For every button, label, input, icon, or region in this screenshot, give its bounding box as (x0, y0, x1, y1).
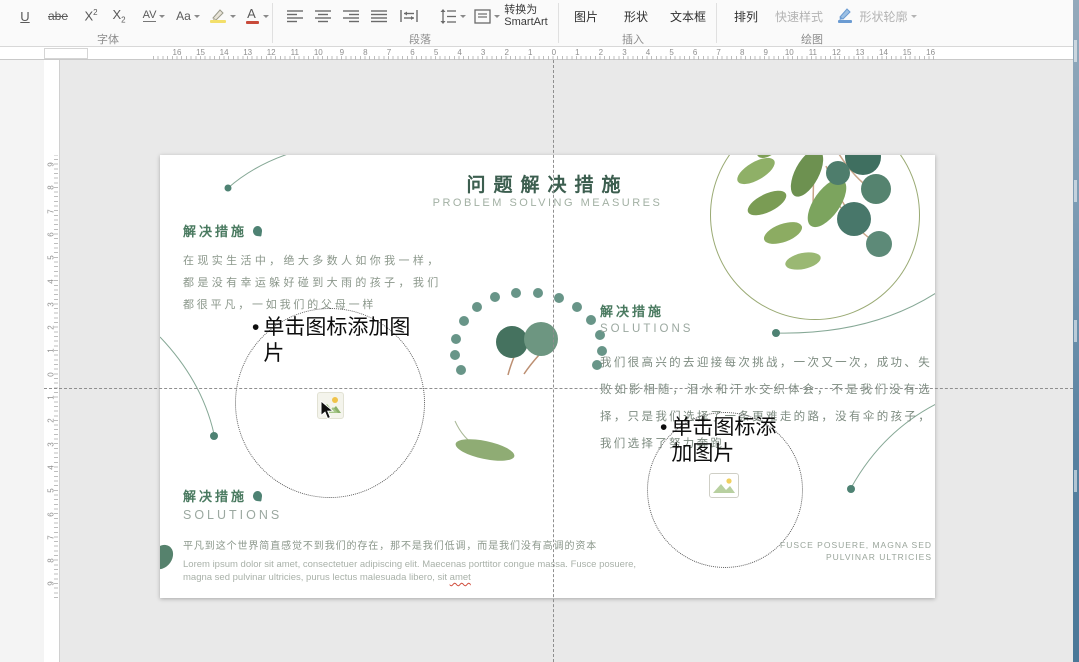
group-separator (716, 3, 717, 43)
corner-caption[interactable]: FUSCE POSUERE, MAGNA SED PULVINAR ULTRIC… (712, 539, 932, 563)
block-heading: 解决措施 (183, 221, 247, 240)
strikethrough-icon: abe (48, 10, 68, 22)
placeholder-label: • 单击图标添加图片 (660, 415, 792, 467)
block-subheading: SOLUTIONS (600, 323, 935, 335)
chevron-down-icon (263, 15, 269, 21)
mouse-cursor-icon (320, 400, 335, 420)
chevron-down-icon (911, 15, 917, 21)
paragraph-group-label: 段落 (380, 31, 460, 47)
shape-outline-button[interactable]: 形状轮廓 (858, 3, 918, 29)
left-panel-edge (0, 60, 44, 662)
slide[interactable]: 问题解决措施 PROBLEM SOLVING MEASURES 解决措施 在现实… (160, 155, 935, 598)
slide-title[interactable]: 问题解决措施 (160, 170, 935, 197)
vertical-guide[interactable] (553, 60, 554, 662)
justify-icon (371, 9, 387, 23)
group-separator (272, 3, 273, 43)
smartart-label: 转换为SmartArt (504, 4, 547, 28)
horizontal-ruler: 1615141312111098765432101234567891011121… (0, 47, 1073, 60)
block-body: 在现实生活中，绝大多数人如你我一样，都是没有幸运躲好碰到大雨的孩子，我们都很平凡… (183, 250, 441, 316)
ruler-corner-box (44, 48, 88, 59)
underline-icon: U (20, 10, 29, 23)
arrange-button[interactable]: 排列 (724, 3, 768, 29)
shape-outline-color-button[interactable] (834, 3, 856, 29)
block-heading: 解决措施 (600, 301, 664, 320)
text-highlight-button[interactable] (204, 3, 240, 29)
distribute-text-button[interactable] (394, 3, 424, 29)
bullet: • (660, 415, 667, 467)
shape-outline-label: 形状轮廓 (859, 8, 907, 25)
change-case-icon: Aa (176, 10, 191, 22)
line-spacing-icon (439, 9, 457, 24)
strikethrough-button[interactable]: abe (42, 3, 74, 29)
subscript-icon: X2 (112, 7, 125, 25)
quick-styles-button[interactable]: 快速样式 (768, 3, 830, 29)
insert-group-label: 插入 (593, 31, 673, 47)
font-color-icon: A (244, 6, 260, 26)
align-right-icon (343, 9, 359, 23)
lorem-text: Lorem ipsum dolor sit amet, consectetuer… (183, 558, 655, 584)
leaf-icon (252, 225, 262, 236)
font-color-button[interactable]: A (238, 3, 274, 29)
leaf-icon (252, 490, 262, 501)
bullet: • (252, 315, 259, 367)
chevron-down-icon (194, 15, 200, 21)
text-block-bottom-left[interactable]: 解决措施 SOLUTIONS 平凡到这个世界简直感觉不到我们的存在，那不是我们低… (183, 486, 743, 584)
underline-button[interactable]: U (12, 3, 38, 29)
align-center-button[interactable] (310, 3, 336, 29)
distribute-icon (400, 9, 418, 23)
horizontal-guide[interactable] (44, 388, 1073, 389)
subscript-button[interactable]: X2 (106, 3, 132, 29)
slide-subtitle[interactable]: PROBLEM SOLVING MEASURES (160, 197, 935, 209)
vertical-ruler: 9876543210123456789 (44, 60, 60, 662)
character-spacing-icon: AV (143, 10, 157, 22)
chevron-down-icon (460, 15, 466, 21)
align-center-icon (315, 9, 331, 23)
highlighter-icon (209, 7, 227, 25)
superscript-icon: X2 (84, 8, 97, 23)
insert-picture-button[interactable]: 图片 (564, 3, 608, 29)
justify-button[interactable] (366, 3, 392, 29)
chevron-down-icon (159, 15, 165, 21)
placeholder-label: • 单击图标添加图片 (252, 315, 416, 367)
ribbon-toolbar: U abe X2 X2 AV Aa A (0, 0, 1073, 47)
convert-to-smartart-button[interactable]: 转换为SmartArt (498, 3, 554, 29)
slide-canvas: 9876543210123456789 (0, 60, 1073, 662)
block-body: 平凡到这个世界简直感觉不到我们的存在，那不是我们低调，而是我们没有高调的资本 (183, 537, 603, 552)
group-separator (558, 3, 559, 43)
align-left-button[interactable] (282, 3, 308, 29)
insert-textbox-button[interactable]: 文本框 (660, 3, 716, 29)
text-block-top-left[interactable]: 解决措施 在现实生活中，绝大多数人如你我一样，都是没有幸运躲好碰到大雨的孩子，我… (183, 221, 441, 316)
draw-group-label: 绘图 (772, 31, 852, 47)
change-case-button[interactable]: Aa (168, 3, 208, 29)
superscript-button[interactable]: X2 (78, 3, 104, 29)
align-text-icon (474, 9, 491, 24)
desktop-wallpaper-edge (1073, 0, 1079, 662)
align-left-icon (287, 9, 303, 23)
insert-shape-button[interactable]: 形状 (614, 3, 658, 29)
misspelled-word: amet (450, 572, 471, 583)
presentation-app-window: U abe X2 X2 AV Aa A (0, 0, 1079, 662)
block-subheading: SOLUTIONS (183, 508, 743, 522)
pencil-icon (837, 7, 853, 25)
align-right-button[interactable] (338, 3, 364, 29)
block-heading: 解决措施 (183, 486, 247, 505)
chevron-down-icon (230, 15, 236, 21)
font-group-label: 字体 (68, 31, 148, 47)
line-spacing-button[interactable] (432, 3, 472, 29)
